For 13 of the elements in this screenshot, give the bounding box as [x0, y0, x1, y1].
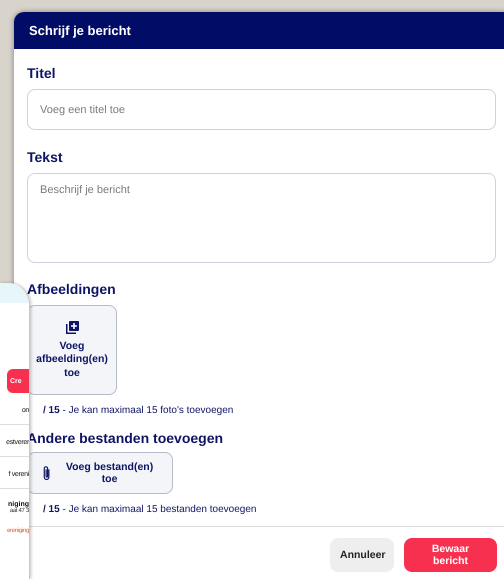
- add-images-button[interactable]: Voeg afbeelding(en) toe: [27, 305, 117, 395]
- field-label: Tekst: [27, 149, 63, 165]
- cancel-button[interactable]: Annuleer: [330, 538, 394, 572]
- add-image-icon: [64, 320, 80, 336]
- save-button[interactable]: Bewaar bericht: [404, 538, 497, 572]
- field-label: Titel: [27, 65, 56, 81]
- paperclip-icon: [42, 464, 52, 482]
- file-count-text: / 15 - Je kan maximaal 15 bestanden toevoegen: [43, 504, 256, 515]
- message-textarea[interactable]: Beschrijf je bericht: [27, 173, 496, 263]
- dialog-title: Schrijf je bericht: [29, 23, 131, 38]
- section-label: Afbeeldingen: [27, 281, 116, 297]
- title-input[interactable]: Voeg een titel toe: [27, 89, 496, 130]
- image-count-text: / 15 - Je kan maximaal 15 foto's toevoegen: [43, 405, 234, 416]
